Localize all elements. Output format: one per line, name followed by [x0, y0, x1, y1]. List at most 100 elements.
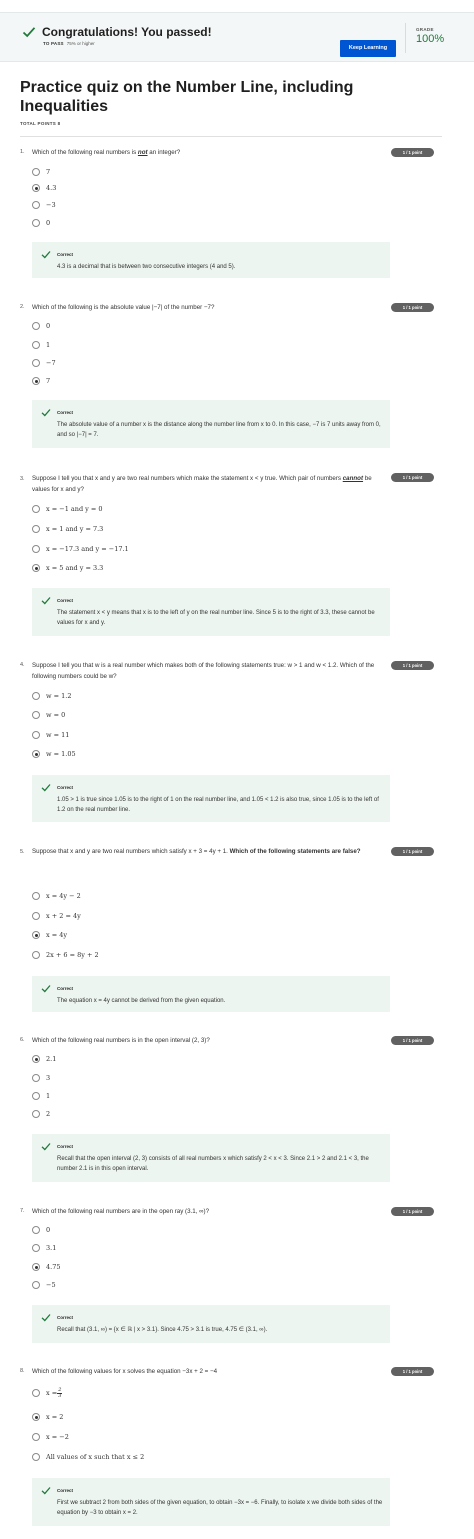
radio-button-selected[interactable] [32, 1055, 40, 1063]
radio-button-selected[interactable] [32, 931, 40, 939]
answer-option[interactable]: x = 2 [32, 1411, 63, 1423]
answer-option[interactable]: x = −1 and y = 0 [32, 503, 103, 515]
feedback-label: Correct [57, 986, 74, 991]
radio-button[interactable] [32, 1110, 40, 1118]
radio-button[interactable] [32, 341, 40, 349]
grade-label: GRADE [416, 27, 434, 32]
banner-divider [405, 23, 406, 53]
radio-button[interactable] [32, 892, 40, 900]
answer-option[interactable]: 0 [32, 320, 50, 332]
feedback-label: Correct [57, 1488, 74, 1493]
question-text: Suppose I tell you that x and y are two … [32, 475, 372, 493]
question-text: Which of the following values for x solv… [32, 1368, 218, 1375]
points-badge: 1 / 1 point [391, 303, 434, 312]
radio-button[interactable] [32, 359, 40, 367]
answer-option[interactable]: 3.1 [32, 1242, 56, 1254]
radio-button[interactable] [32, 168, 40, 176]
question-number: 3. [20, 476, 25, 482]
answer-option[interactable]: x = 23 [32, 1384, 63, 1402]
radio-button[interactable] [32, 1281, 40, 1289]
answer-option[interactable]: 3 [32, 1072, 50, 1084]
feedback-box: Correct 1.05 > 1 is true since 1.05 is t… [32, 775, 390, 822]
feedback-text: 4.3 is a decimal that is between two con… [57, 264, 236, 270]
feedback-box: Correct Recall that (3.1, ∞) = {x ∈ ℝ | … [32, 1305, 390, 1343]
question-text: Which of the following real numbers is i… [32, 1037, 210, 1044]
radio-button[interactable] [32, 505, 40, 513]
points-badge: 1 / 1 point [391, 473, 434, 482]
question-number: 2. [20, 304, 25, 310]
radio-button-selected[interactable] [32, 750, 40, 758]
answer-option[interactable]: w = 1.05 [32, 748, 76, 760]
check-icon [41, 1143, 51, 1151]
radio-button[interactable] [32, 322, 40, 330]
radio-button[interactable] [32, 692, 40, 700]
answer-option[interactable]: −7 [32, 357, 56, 369]
answer-option[interactable]: x = 4y − 2 [32, 890, 81, 902]
answer-option[interactable]: 0 [32, 1224, 50, 1236]
feedback-text: 1.05 > 1 is true since 1.05 is to the ri… [57, 797, 379, 813]
radio-button[interactable] [32, 1074, 40, 1082]
answer-option[interactable]: 1 [32, 1090, 50, 1102]
total-points: TOTAL POINTS 8 [20, 121, 61, 126]
radio-button[interactable] [32, 711, 40, 719]
check-icon [41, 251, 51, 259]
answer-option[interactable]: 2.1 [32, 1053, 56, 1065]
answer-option[interactable]: w = 0 [32, 709, 65, 721]
points-badge: 1 / 1 point [391, 1036, 434, 1045]
answer-option[interactable]: w = 1.2 [32, 690, 71, 702]
feedback-box: Correct The equation x = 4y cannot be de… [32, 976, 390, 1012]
answer-option[interactable]: 7 [32, 375, 50, 387]
answer-option[interactable]: 4.3 [32, 182, 56, 194]
feedback-label: Correct [57, 1315, 74, 1320]
answer-option[interactable]: −3 [32, 199, 56, 211]
feedback-label: Correct [57, 1144, 74, 1149]
radio-button[interactable] [32, 545, 40, 553]
answer-option[interactable]: x + 2 = 4y [32, 910, 81, 922]
radio-button-selected[interactable] [32, 184, 40, 192]
check-icon [41, 1487, 51, 1495]
radio-button[interactable] [32, 1244, 40, 1252]
answer-option[interactable]: x = 5 and y = 3.3 [32, 562, 103, 574]
radio-button[interactable] [32, 1389, 40, 1397]
question-number: 1. [20, 149, 25, 155]
answer-option[interactable]: 2 [32, 1108, 50, 1120]
answer-option[interactable]: 1 [32, 339, 50, 351]
answer-option[interactable]: 2x + 6 = 8y + 2 [32, 949, 99, 961]
radio-button-selected[interactable] [32, 377, 40, 385]
radio-button[interactable] [32, 1453, 40, 1461]
feedback-label: Correct [57, 410, 74, 415]
answer-option[interactable]: w = 11 [32, 729, 69, 741]
feedback-box: Correct The absolute value of a number x… [32, 400, 390, 448]
radio-button[interactable] [32, 1226, 40, 1234]
points-badge: 1 / 1 point [391, 661, 434, 670]
answer-option[interactable]: x = 4y [32, 929, 67, 941]
answer-option[interactable]: 0 [32, 217, 50, 229]
radio-button[interactable] [32, 1433, 40, 1441]
radio-button[interactable] [32, 201, 40, 209]
feedback-box: Correct Recall that the open interval (2… [32, 1134, 390, 1182]
answer-option[interactable]: x = −17.3 and y = −17.1 [32, 543, 129, 555]
points-badge: 1 / 1 point [391, 1207, 434, 1216]
radio-button-selected[interactable] [32, 1413, 40, 1421]
answer-option[interactable]: 4.75 [32, 1261, 60, 1273]
radio-button[interactable] [32, 219, 40, 227]
feedback-text: First we subtract 2 from both sides of t… [57, 1500, 383, 1516]
answer-option[interactable]: x = −2 [32, 1431, 69, 1443]
feedback-box: Correct The statement x < y means that x… [32, 588, 390, 636]
answer-option[interactable]: All values of x such that x ≤ 2 [32, 1451, 144, 1463]
question-text: Suppose I tell you that w is a real numb… [32, 662, 375, 680]
radio-button-selected[interactable] [32, 564, 40, 572]
feedback-label: Correct [57, 785, 74, 790]
radio-button[interactable] [32, 731, 40, 739]
keep-learning-button[interactable]: Keep Learning [340, 40, 396, 57]
radio-button-selected[interactable] [32, 1263, 40, 1271]
radio-button[interactable] [32, 1092, 40, 1100]
answer-option[interactable]: x = 1 and y = 7.3 [32, 523, 103, 535]
radio-button[interactable] [32, 525, 40, 533]
answer-option[interactable]: −5 [32, 1279, 56, 1291]
radio-button[interactable] [32, 951, 40, 959]
radio-button[interactable] [32, 912, 40, 920]
question-text: Which of the following real numbers is n… [32, 149, 181, 156]
answer-option[interactable]: 7 [32, 166, 50, 178]
feedback-box: Correct First we subtract 2 from both si… [32, 1478, 390, 1526]
